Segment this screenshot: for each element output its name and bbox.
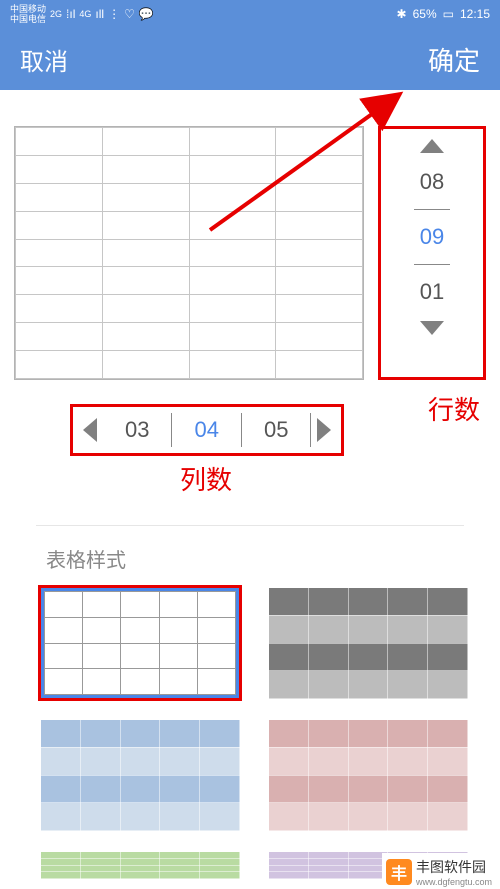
row-down-icon[interactable]: [420, 321, 444, 335]
row-up-icon[interactable]: [420, 139, 444, 153]
row-sep: [414, 264, 450, 265]
col-next-value[interactable]: 05: [242, 413, 311, 447]
signal-icon: ⁞ıl: [66, 7, 75, 21]
style-option-red[interactable]: [268, 719, 468, 831]
bluetooth-icon: ✱: [397, 7, 407, 21]
main: 08 09 01 行数 03 04 05 列数 表格样式: [0, 90, 500, 879]
col-left-icon[interactable]: [83, 418, 97, 442]
col-right-icon[interactable]: [317, 418, 331, 442]
row-current-value[interactable]: 09: [410, 218, 454, 256]
signal-icon-2: ıll: [95, 7, 104, 21]
carrier-2: 中国电信: [10, 14, 46, 24]
row-next-value[interactable]: 01: [410, 273, 454, 311]
watermark: 丰 丰图软件园 www.dgfengtu.com: [382, 853, 500, 889]
wifi-icon: ⋮: [108, 7, 120, 21]
row-prev-value[interactable]: 08: [410, 163, 454, 201]
heart-icon: ♡: [124, 7, 135, 21]
style-option-blue[interactable]: [40, 719, 240, 831]
confirm-button[interactable]: 确定: [428, 41, 480, 78]
cancel-button[interactable]: 取消: [20, 42, 68, 77]
watermark-icon: 丰: [386, 859, 412, 885]
row-sep: [414, 209, 450, 210]
status-left: 中国移动 中国电信 2G ⁞ıl 4G ıll ⋮ ♡ 💬: [10, 4, 154, 24]
carrier-1: 中国移动: [10, 4, 46, 14]
divider: [36, 525, 464, 526]
style-option-green[interactable]: [40, 851, 240, 879]
watermark-url: www.dgfengtu.com: [416, 877, 492, 887]
col-prev-value[interactable]: 03: [103, 413, 172, 447]
chat-icon: 💬: [139, 7, 154, 21]
row-count-label: 行数: [428, 390, 480, 427]
row-count-spinner[interactable]: 08 09 01: [378, 126, 486, 380]
net-1: 2G: [50, 9, 62, 19]
header: 取消 确定: [0, 28, 500, 90]
watermark-name: 丰图软件园: [416, 859, 486, 875]
col-current-value[interactable]: 04: [172, 413, 241, 447]
status-right: ✱ 65% ▭ 12:15: [397, 7, 490, 21]
net-2: 4G: [79, 9, 91, 19]
section-title: 表格样式: [46, 544, 490, 573]
style-option-gray[interactable]: [268, 587, 468, 699]
column-count-label: 列数: [180, 460, 490, 497]
clock: 12:15: [460, 7, 490, 21]
table-preview: [14, 126, 364, 380]
battery-icon: ▭: [443, 7, 454, 21]
style-option-plain[interactable]: [40, 587, 240, 699]
column-count-spinner[interactable]: 03 04 05: [70, 404, 344, 456]
status-bar: 中国移动 中国电信 2G ⁞ıl 4G ıll ⋮ ♡ 💬 ✱ 65% ▭ 12…: [0, 0, 500, 28]
battery-pct: 65%: [413, 7, 437, 21]
